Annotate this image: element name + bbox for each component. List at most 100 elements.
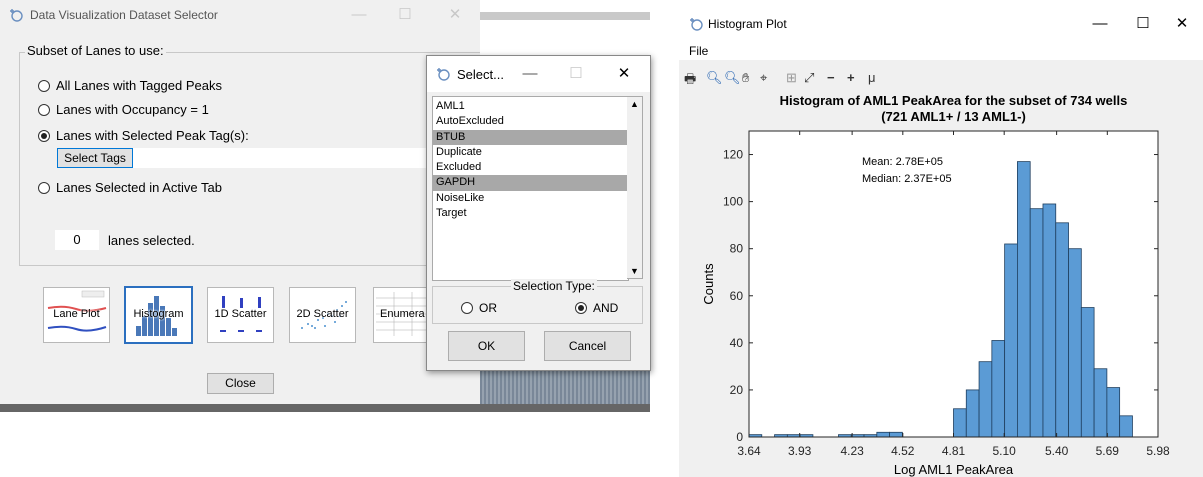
radio-or[interactable] (461, 302, 473, 314)
dataset-selector-window: Data Visualization Dataset Selector — ☐ … (0, 0, 480, 408)
app-icon (10, 9, 23, 22)
list-item[interactable]: GAPDH (433, 175, 628, 191)
scatter-1d-label: 1D Scatter (214, 308, 267, 320)
list-item[interactable]: AutoExcluded (433, 114, 628, 129)
option-active-tab-label: Lanes Selected in Active Tab (56, 180, 222, 195)
chart-subtitle: (721 AML1+ / 13 AML1-) (881, 109, 1026, 124)
maximize-button[interactable]: ☐ (382, 0, 428, 30)
histogram-bar (1106, 387, 1121, 438)
histogram-bar (953, 408, 967, 438)
dialog-close-button[interactable]: ✕ (601, 59, 647, 89)
option-selected-tags-label: Lanes with Selected Peak Tag(s): (56, 128, 249, 143)
histogram-window-title: Histogram Plot (708, 17, 787, 31)
ok-button[interactable]: OK (448, 331, 525, 361)
lanes-count-field: 0 (55, 230, 99, 250)
histogram-bar (978, 361, 993, 438)
or-label: OR (479, 301, 497, 315)
cancel-button[interactable]: Cancel (544, 331, 631, 361)
enumeration-thumbnail[interactable]: Enumera (373, 287, 429, 343)
radio-all-tagged[interactable] (38, 80, 50, 92)
y-axis-label: Counts (701, 263, 716, 305)
data-cursor-icon[interactable]: ⌖ (760, 70, 767, 86)
scroll-up-icon[interactable]: ▲ (630, 99, 639, 109)
print-icon[interactable]: 🖶 (684, 70, 696, 92)
x-tick-label: 5.69 (1096, 444, 1120, 458)
list-item[interactable]: Duplicate (433, 145, 628, 160)
histogram-bar (889, 431, 903, 438)
histogram-bar (1017, 161, 1031, 438)
x-tick-label: 5.10 (993, 444, 1017, 458)
x-tick-label: 3.93 (788, 444, 812, 458)
radio-and[interactable] (575, 302, 587, 314)
list-item[interactable]: Target (433, 206, 628, 221)
dialog-maximize-button[interactable]: ☐ (553, 59, 599, 89)
histogram-bar (1004, 243, 1018, 438)
zoom-in-icon[interactable]: 🔍︎ (706, 70, 723, 86)
menu-file[interactable]: File (689, 44, 708, 58)
toolbar (679, 62, 1203, 84)
enumeration-label: Enumera (380, 308, 425, 320)
list-item[interactable]: NoiseLike (433, 191, 628, 206)
selection-type-label: Selection Type: (511, 279, 597, 293)
radio-selected-tags[interactable] (38, 130, 50, 142)
background-image-strip (480, 12, 650, 20)
fit-icon[interactable]: ⤢ (804, 70, 814, 86)
histogram-minimize-button[interactable]: — (1077, 9, 1123, 39)
x-tick-label: 3.64 (737, 444, 761, 458)
close-button[interactable]: Close (207, 373, 274, 394)
radio-occupancy[interactable] (38, 104, 50, 116)
list-item[interactable]: BTUB (433, 129, 628, 145)
dialog-app-icon (437, 68, 450, 81)
scroll-down-icon[interactable]: ▼ (630, 266, 639, 276)
option-occupancy-label: Lanes with Occupancy = 1 (56, 102, 209, 117)
select-tags-dialog: Select... — ☐ ✕ AML1 AutoExcluded BTUB D… (426, 55, 651, 371)
y-tick-label: 0 (736, 430, 743, 444)
pan-icon[interactable]: ✋︎ (742, 70, 749, 86)
histogram-bar (1119, 415, 1133, 438)
minimize-button[interactable]: — (336, 0, 382, 30)
scatter-1d-thumbnail[interactable]: 1D Scatter (207, 287, 274, 343)
x-axis-label: Log AML1 PeakArea (894, 462, 1014, 477)
list-item[interactable]: Excluded (433, 160, 628, 175)
and-option[interactable]: AND (575, 301, 618, 315)
minus-icon[interactable]: − (827, 70, 835, 85)
x-tick-label: 5.98 (1146, 444, 1170, 458)
y-tick-label: 100 (723, 195, 743, 209)
median-annotation: Median: 2.37E+05 (862, 173, 952, 185)
plus-icon[interactable]: + (847, 70, 855, 85)
x-tick-label: 4.52 (891, 444, 915, 458)
scatter-2d-label: 2D Scatter (296, 308, 349, 320)
selector-window-title: Data Visualization Dataset Selector (30, 8, 218, 22)
mu-icon[interactable]: μ (868, 70, 876, 85)
zoom-out-icon[interactable]: 🔍︎ (724, 70, 741, 86)
close-window-button[interactable]: ✕ (432, 0, 478, 30)
histogram-bar (1029, 208, 1044, 438)
or-option[interactable]: OR (461, 301, 497, 315)
y-tick-label: 120 (723, 148, 743, 162)
option-selected-tags[interactable]: Lanes with Selected Peak Tag(s): (38, 128, 249, 143)
option-active-tab[interactable]: Lanes Selected in Active Tab (38, 180, 222, 195)
histogram-bar (1042, 203, 1057, 438)
menu-bar (679, 40, 1203, 60)
histogram-thumbnail[interactable]: Histogram (125, 287, 192, 343)
chart-title: Histogram of AML1 PeakArea for the subse… (780, 93, 1128, 108)
histogram-bar (1093, 368, 1108, 438)
lane-plot-label: Lane Plot (53, 308, 100, 320)
scatter-2d-thumbnail[interactable]: 2D Scatter (289, 287, 356, 343)
x-tick-label: 4.23 (840, 444, 864, 458)
tag-listbox[interactable]: AML1 AutoExcluded BTUB Duplicate Exclude… (432, 96, 629, 281)
option-occupancy[interactable]: Lanes with Occupancy = 1 (38, 102, 209, 117)
list-scrollbar[interactable]: ▲ ▼ (627, 96, 643, 279)
option-all-tagged[interactable]: All Lanes with Tagged Peaks (38, 78, 222, 93)
lane-plot-thumbnail[interactable]: Lane Plot (43, 287, 110, 343)
dialog-minimize-button[interactable]: — (507, 59, 553, 89)
histogram-app-icon (690, 18, 703, 31)
y-tick-label: 40 (730, 336, 744, 350)
list-item[interactable]: AML1 (433, 99, 628, 114)
grid-icon[interactable]: ⊞ (786, 70, 797, 86)
radio-active-tab[interactable] (38, 182, 50, 194)
select-tags-button[interactable]: Select Tags (57, 148, 133, 168)
y-tick-label: 20 (730, 383, 744, 397)
histogram-close-button[interactable]: ✕ (1159, 9, 1203, 39)
background-noise-bottom (0, 404, 650, 412)
